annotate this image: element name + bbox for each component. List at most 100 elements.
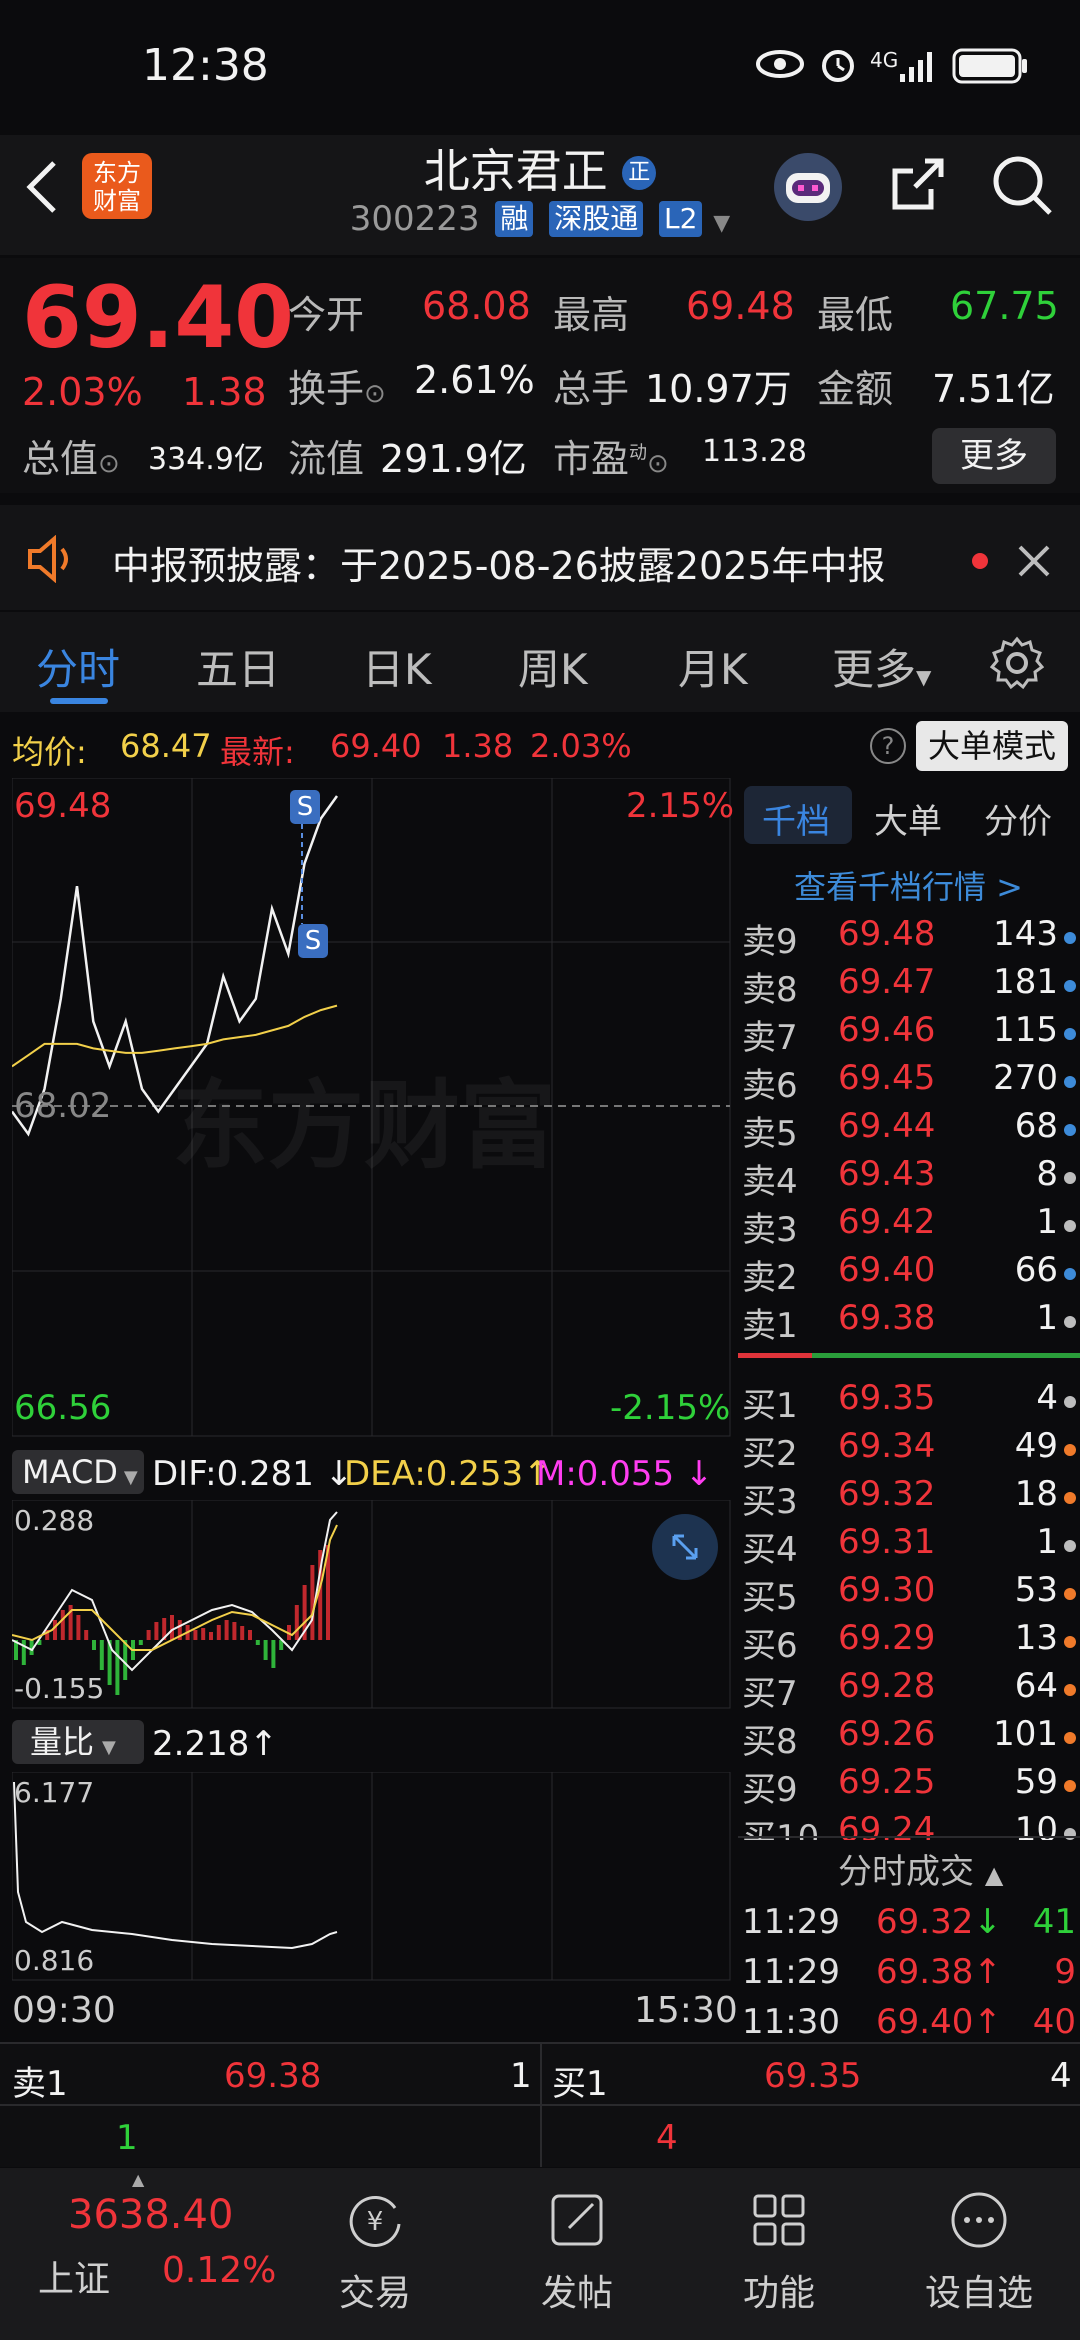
bid-row[interactable]: 买3 69.32 18 (738, 1474, 1080, 1522)
tab-monthly-k[interactable]: 月K (678, 636, 748, 697)
ask-row[interactable]: 卖2 69.40 66 (738, 1250, 1080, 1298)
notice-bar[interactable]: 中报预披露：于2025-08-26披露2025年中报 (0, 505, 1080, 610)
open-label: 今开 (288, 293, 365, 337)
tab-five-day[interactable]: 五日 (196, 636, 280, 697)
bid-row[interactable]: 买8 69.26 101 (738, 1714, 1080, 1762)
tab-price-distribution[interactable]: 分价 (984, 794, 1052, 843)
nav-post[interactable]: 发帖 (502, 2188, 652, 2316)
ask-bid-divider-green (812, 1353, 1080, 1358)
bid-row[interactable]: 买1 69.35 4 (738, 1378, 1080, 1426)
ask-row[interactable]: 卖1 69.38 1 (738, 1298, 1080, 1346)
alarm-icon (822, 50, 854, 82)
search-icon[interactable] (988, 151, 1056, 219)
ask-source-dot (1064, 1076, 1076, 1088)
nav-trade[interactable]: ¥ 交易 (300, 2188, 450, 2316)
bid-row[interactable]: 买4 69.31 1 (738, 1522, 1080, 1570)
bid-volume: 13 (1014, 1618, 1058, 1658)
ask-row[interactable]: 卖4 69.43 8 (738, 1154, 1080, 1202)
bid-source-dot (1064, 1492, 1076, 1504)
tab-daily-k[interactable]: 日K (362, 636, 432, 697)
divider (738, 1836, 1080, 1838)
ask-row[interactable]: 卖8 69.47 181 (738, 962, 1080, 1010)
ask-row[interactable]: 卖6 69.45 270 (738, 1058, 1080, 1106)
ask-volume: 1 (1036, 1202, 1058, 1242)
ask-volume: 1 (1036, 1298, 1058, 1338)
macd-bar (92, 1640, 96, 1650)
nav-add-watchlist[interactable]: 设自选 (904, 2188, 1054, 2316)
bid-volume: 18 (1014, 1474, 1058, 1514)
ask-volume: 68 (1014, 1106, 1058, 1146)
nav-functions[interactable]: 功能 (704, 2188, 854, 2316)
bid-level-label: 买8 (742, 1722, 798, 1762)
more-dots-icon (951, 2192, 1007, 2248)
latest-percent: 2.03% (530, 727, 632, 765)
ask-source-dot (1064, 1268, 1076, 1280)
gear-icon[interactable] (990, 636, 1044, 690)
change-percent: 2.03% (22, 370, 143, 414)
bottom-nav: ▲ 3638.40 上证 0.12% ¥ 交易 发帖 功能 设自选 (0, 2168, 1080, 2340)
bid-price: 69.35 (838, 1378, 936, 1418)
sell-signal-marker[interactable]: S (290, 790, 320, 824)
tab-intraday[interactable]: 分时 (36, 636, 120, 697)
sell-signal-marker[interactable]: S (298, 924, 328, 958)
macd-selector[interactable]: MACD ▼ (12, 1450, 144, 1494)
ask-row[interactable]: 卖9 69.48 143 (738, 914, 1080, 962)
status-bar: 12:38 4G (0, 0, 1080, 135)
ask-volume: 8 (1036, 1154, 1058, 1194)
bid-row[interactable]: 买6 69.29 13 (738, 1618, 1080, 1666)
macd-bar (224, 1620, 229, 1640)
ask-level-label: 卖9 (742, 922, 798, 962)
ask-row[interactable]: 卖3 69.42 1 (738, 1202, 1080, 1250)
volume-ratio-selector[interactable]: 量比 ▼ (12, 1720, 144, 1764)
avg-value: 68.47 (120, 727, 212, 765)
volume-ratio-min: 0.816 (14, 1944, 95, 1977)
tab-weekly-k[interactable]: 周K (518, 636, 588, 697)
macd-chart[interactable]: 0.288 -0.155 (12, 1500, 732, 1710)
tab-thousand-levels[interactable]: 千档 (762, 794, 830, 843)
grid-icon (753, 2194, 805, 2246)
mktcap-label[interactable]: 总值⊙ (22, 428, 120, 483)
tick-time: 11:29 (742, 1902, 840, 1942)
network-type: 4G (870, 48, 899, 72)
more-button[interactable]: 更多 (932, 428, 1056, 484)
ask-source-dot (1064, 1220, 1076, 1232)
ask-level-label: 卖7 (742, 1018, 798, 1058)
expand-icon[interactable] (652, 1514, 718, 1580)
best-bid-label: 买1 (552, 2064, 608, 2104)
ticks-title[interactable]: 分时成交 ▲ (838, 1844, 1003, 1893)
big-order-mode-button[interactable]: 大单模式 (916, 721, 1068, 771)
tab-more[interactable]: 更多▼ (832, 636, 931, 697)
turnover-label[interactable]: 换手⊙ (288, 358, 386, 413)
tick-time: 11:30 (742, 2002, 840, 2042)
ask-row[interactable]: 卖7 69.46 115 (738, 1010, 1080, 1058)
share-icon[interactable] (885, 153, 949, 217)
float-value: 291.9亿 (380, 437, 527, 481)
index-ticker[interactable]: ▲ 3638.40 上证 0.12% (10, 2168, 276, 2340)
tag-l2: L2 (659, 201, 703, 237)
help-icon[interactable]: ? (870, 728, 906, 764)
caret-up-icon: ▲ (984, 1861, 1004, 1889)
ask-volume: 143 (993, 914, 1058, 954)
bid-level-label: 买7 (742, 1674, 798, 1714)
volume-ratio-chart[interactable]: 6.177 0.816 (12, 1772, 732, 1982)
bid-row[interactable]: 买5 69.30 53 (738, 1570, 1080, 1618)
bid-row[interactable]: 买9 69.25 59 (738, 1762, 1080, 1810)
bid-row[interactable]: 买7 69.28 64 (738, 1666, 1080, 1714)
robot-avatar-icon[interactable] (770, 151, 846, 223)
macd-bar (216, 1625, 221, 1640)
tag-margin: 融 (495, 201, 534, 237)
ask-volume: 181 (993, 962, 1058, 1002)
ask-price: 69.48 (838, 914, 936, 954)
pe-label[interactable]: 市盈动⊙ (553, 428, 669, 483)
tab-big-orders[interactable]: 大单 (874, 794, 942, 843)
thousand-levels-link[interactable]: 查看千档行情 > (794, 862, 1023, 908)
bid-row[interactable]: 买2 69.34 49 (738, 1426, 1080, 1474)
high-value: 69.48 (686, 284, 795, 328)
macd-dea: DEA:0.253↑ (344, 1454, 552, 1494)
bid-level-label: 买5 (742, 1578, 798, 1618)
intraday-chart[interactable]: 东方财富 69.48 2.15% 68.02 66.56 -2.15% S S (12, 778, 734, 1438)
close-icon[interactable] (1016, 543, 1052, 579)
bid-source-dot (1064, 1396, 1076, 1408)
ask-row[interactable]: 卖5 69.44 68 (738, 1106, 1080, 1154)
nav-functions-label: 功能 (742, 2273, 815, 2314)
